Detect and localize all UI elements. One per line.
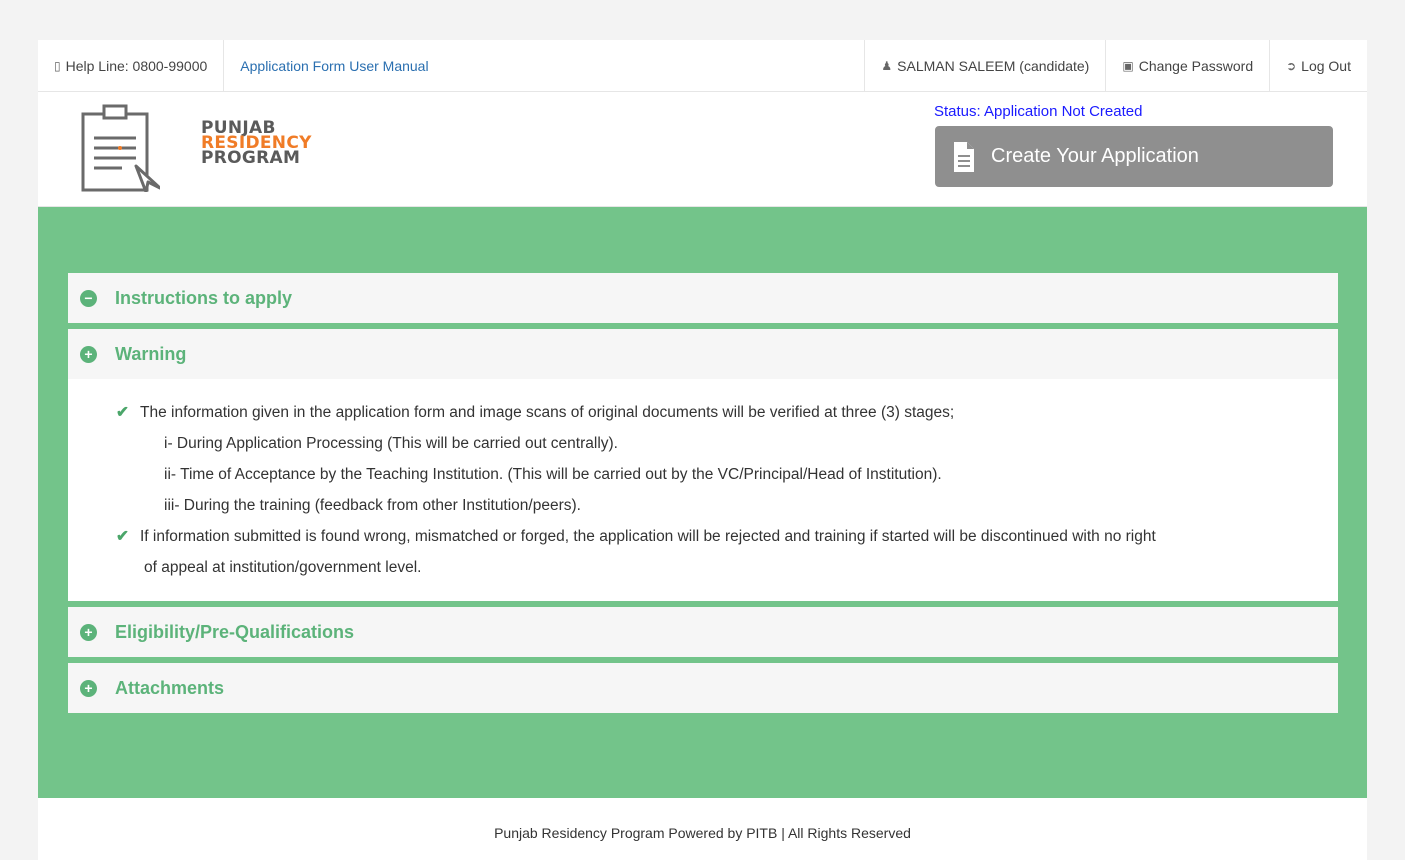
- plus-circle-icon: +: [80, 679, 97, 697]
- footer: Punjab Residency Program Powered by PITB…: [38, 798, 1367, 860]
- warning-subitem: ii- Time of Acceptance by the Teaching I…: [164, 466, 942, 483]
- create-application-label[interactable]: Create Your Application: [991, 145, 1199, 168]
- logo-text: PUNJAB RESIDENCY PROGRAM: [201, 120, 312, 168]
- create-application-button[interactable]: Create Your Application: [935, 126, 1333, 187]
- phone-icon: ▯: [54, 58, 61, 73]
- plus-circle-icon: +: [80, 345, 97, 363]
- warning-item-continued: of appeal at institution/government leve…: [144, 559, 422, 576]
- logout-link[interactable]: ➲ Log Out: [1269, 40, 1367, 91]
- user-menu[interactable]: ♟ SALMAN SALEEM (candidate): [864, 40, 1105, 91]
- accordion: − Instructions to apply + Warning ✔ The …: [68, 273, 1338, 719]
- check-icon: ✔: [116, 528, 129, 545]
- logo[interactable]: PUNJAB RESIDENCY PROGRAM: [80, 102, 311, 194]
- panel-warning-body: ✔ The information given in the applicati…: [68, 379, 1338, 601]
- panel-warning-header[interactable]: + Warning: [68, 329, 1338, 379]
- document-icon: [954, 141, 974, 172]
- minus-circle-icon: −: [80, 289, 97, 307]
- lock-icon: ▣: [1122, 58, 1134, 73]
- panel-eligibility-title[interactable]: Eligibility/Pre-Qualifications: [115, 622, 354, 643]
- user-icon: ♟: [881, 58, 893, 73]
- top-bar: ▯ Help Line: 0800-99000 Application Form…: [38, 40, 1367, 92]
- user-manual-link[interactable]: Application Form User Manual: [240, 58, 428, 74]
- plus-circle-icon: +: [80, 623, 97, 641]
- panel-eligibility-header[interactable]: + Eligibility/Pre-Qualifications: [68, 607, 1338, 657]
- warning-subitem: iii- During the training (feedback from …: [164, 497, 581, 514]
- change-password-label[interactable]: Change Password: [1139, 58, 1253, 74]
- warning-item: ✔ If information submitted is found wron…: [116, 521, 1306, 552]
- user-name[interactable]: SALMAN SALEEM (candidate): [897, 58, 1089, 74]
- footer-text: Punjab Residency Program Powered by PITB…: [494, 825, 911, 841]
- panel-warning-title[interactable]: Warning: [115, 344, 186, 365]
- helpline: ▯ Help Line: 0800-99000: [38, 40, 225, 91]
- logout-label[interactable]: Log Out: [1301, 58, 1351, 74]
- panel-instructions-title[interactable]: Instructions to apply: [115, 288, 292, 309]
- clipboard-logo-icon: [81, 104, 162, 194]
- warning-item-text: If information submitted is found wrong,…: [140, 528, 1156, 545]
- warning-item: ✔ The information given in the applicati…: [116, 397, 1306, 428]
- logout-icon: ➲: [1286, 58, 1297, 73]
- page: ▯ Help Line: 0800-99000 Application Form…: [38, 40, 1367, 860]
- panel-instructions-header[interactable]: − Instructions to apply: [68, 273, 1338, 323]
- helpline-text: Help Line: 0800-99000: [65, 57, 208, 74]
- warning-item-text: The information given in the application…: [140, 404, 955, 421]
- logo-line-3: PROGRAM: [201, 148, 301, 168]
- panel-attachments-header[interactable]: + Attachments: [68, 663, 1338, 713]
- application-status: Status: Application Not Created: [934, 103, 1143, 120]
- panel-instructions: − Instructions to apply: [68, 273, 1338, 323]
- panel-warning: + Warning ✔ The information given in the…: [68, 329, 1338, 601]
- manual-link-cell[interactable]: Application Form User Manual: [224, 40, 444, 91]
- check-icon: ✔: [116, 404, 129, 421]
- panel-eligibility: + Eligibility/Pre-Qualifications: [68, 607, 1338, 657]
- change-password-link[interactable]: ▣ Change Password: [1105, 40, 1269, 91]
- panel-attachments-title[interactable]: Attachments: [115, 678, 224, 699]
- panel-attachments: + Attachments: [68, 663, 1338, 713]
- main-content: − Instructions to apply + Warning ✔ The …: [38, 207, 1367, 798]
- warning-subitem: i- During Application Processing (This w…: [164, 435, 618, 452]
